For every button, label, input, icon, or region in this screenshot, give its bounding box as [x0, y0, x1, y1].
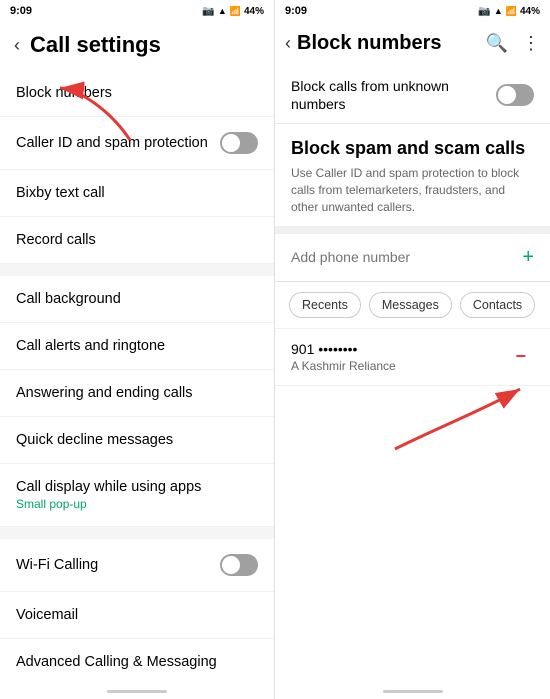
status-bar-left: 9:09 📷 ▲ 📶 44% [0, 0, 274, 22]
search-icon[interactable]: 🔍 [486, 33, 508, 54]
menu-label-answering: Answering and ending calls [16, 385, 258, 401]
header-icons-right: 🔍 ⋮ [486, 33, 540, 54]
battery-icon-left: 📷 [202, 6, 214, 17]
blocked-list: 901 •••••••• A Kashmir Reliance − [275, 329, 550, 684]
status-bar-right: 9:09 📷 ▲ 📶 44% [275, 0, 550, 22]
time-left: 9:09 [10, 5, 32, 17]
menu-label-record: Record calls [16, 232, 258, 248]
wifi-icon-left: 📶 [230, 6, 241, 17]
toggle-wifi[interactable] [220, 554, 258, 576]
red-arrow-right [335, 349, 535, 469]
spam-title: Block spam and scam calls [291, 138, 534, 159]
call-display-sublabel: Small pop-up [16, 497, 201, 511]
menu-label-quick-decline: Quick decline messages [16, 432, 258, 448]
block-unknown-label: Block calls from unknown numbers [291, 77, 496, 113]
left-panel: 9:09 📷 ▲ 📶 44% ‹ Call settings Block num… [0, 0, 275, 699]
block-unknown-section: Block calls from unknown numbers [275, 67, 550, 124]
menu-label-bixby: Bixby text call [16, 185, 258, 201]
menu-label-wifi: Wi-Fi Calling [16, 557, 220, 573]
page-title-right: Block numbers [297, 32, 480, 55]
more-options-icon[interactable]: ⋮ [522, 33, 540, 54]
menu-list-left: Block numbers Caller ID and spam protect… [0, 70, 274, 684]
tab-messages[interactable]: Messages [369, 292, 452, 318]
menu-label-voicemail: Voicemail [16, 607, 258, 623]
menu-item-voicemail[interactable]: Voicemail [0, 592, 274, 639]
time-right: 9:09 [285, 5, 307, 17]
signal-icon-right: ▲ [494, 6, 503, 16]
status-icons-left: 📷 ▲ 📶 44% [202, 6, 264, 17]
add-phone-section: + [275, 234, 550, 282]
signal-icon-left: ▲ [218, 6, 227, 16]
right-panel: 9:09 📷 ▲ 📶 44% ‹ Block numbers 🔍 ⋮ Block… [275, 0, 550, 699]
toggle-caller-id[interactable] [220, 132, 258, 154]
spam-section: Block spam and scam calls Use Caller ID … [275, 124, 550, 233]
menu-item-advanced[interactable]: Advanced Calling & Messaging [0, 639, 274, 684]
section-divider-1 [0, 264, 274, 276]
menu-label-caller-id: Caller ID and spam protection [16, 135, 220, 151]
camera-icon-right: 📷 [478, 6, 490, 17]
back-button-left[interactable]: ‹ [14, 35, 20, 56]
spam-description: Use Caller ID and spam protection to blo… [291, 165, 534, 215]
menu-label-block-numbers: Block numbers [16, 85, 258, 101]
battery-pct-right: 44% [520, 6, 540, 17]
menu-item-call-display[interactable]: Call display while using apps Small pop-… [0, 464, 274, 527]
menu-item-quick-decline[interactable]: Quick decline messages [0, 417, 274, 464]
menu-item-record[interactable]: Record calls [0, 217, 274, 264]
back-button-right[interactable]: ‹ [285, 33, 291, 54]
menu-item-caller-id[interactable]: Caller ID and spam protection [0, 117, 274, 170]
toggle-block-unknown[interactable] [496, 84, 534, 106]
tab-contacts[interactable]: Contacts [460, 292, 535, 318]
menu-label-call-display: Call display while using apps [16, 479, 201, 495]
menu-item-bixby[interactable]: Bixby text call [0, 170, 274, 217]
add-phone-icon[interactable]: + [522, 246, 534, 269]
battery-pct-left: 44% [244, 6, 264, 17]
wifi-icon-right: 📶 [506, 6, 517, 17]
status-icons-right: 📷 ▲ 📶 44% [478, 6, 540, 17]
menu-item-call-alerts[interactable]: Call alerts and ringtone [0, 323, 274, 370]
tab-recents[interactable]: Recents [289, 292, 361, 318]
menu-label-advanced: Advanced Calling & Messaging [16, 654, 258, 670]
nav-header-left: ‹ Call settings [0, 22, 274, 70]
menu-label-call-alerts: Call alerts and ringtone [16, 338, 258, 354]
scrollbar-left [107, 690, 167, 693]
filter-tabs: Recents Messages Contacts [275, 282, 550, 329]
add-phone-input[interactable] [291, 249, 522, 265]
page-title-left: Call settings [30, 32, 161, 58]
nav-header-right: ‹ Block numbers 🔍 ⋮ [275, 22, 550, 67]
menu-label-call-background: Call background [16, 291, 258, 307]
section-divider-2 [0, 527, 274, 539]
menu-item-answering[interactable]: Answering and ending calls [0, 370, 274, 417]
menu-item-call-background[interactable]: Call background [0, 276, 274, 323]
scrollbar-right [383, 690, 443, 693]
menu-item-block-numbers[interactable]: Block numbers [0, 70, 274, 117]
menu-item-wifi-calling[interactable]: Wi-Fi Calling [0, 539, 274, 592]
